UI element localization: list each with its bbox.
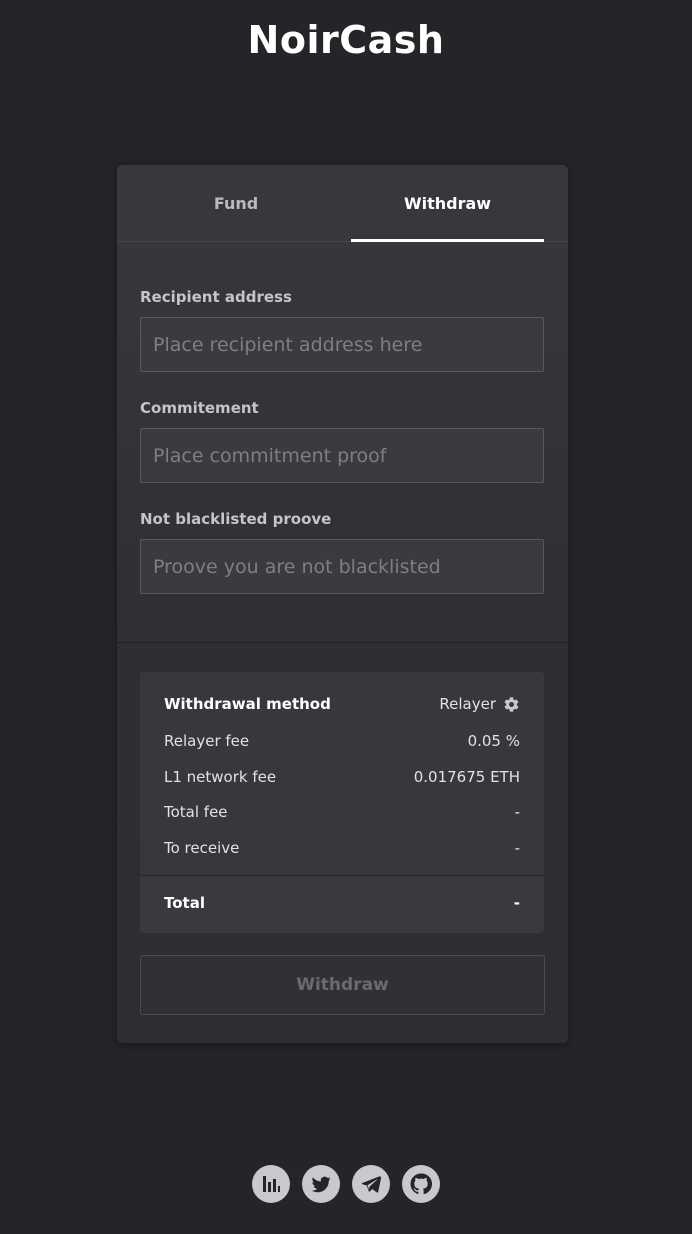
active-tab-indicator: [351, 239, 544, 242]
total-fee-label: Total fee: [164, 803, 228, 821]
tab-fund[interactable]: Fund: [141, 165, 331, 241]
withdraw-card: Fund Withdraw Recipient address Commitem…: [117, 165, 568, 1043]
total-value: -: [513, 894, 520, 912]
tab-bar: Fund Withdraw: [117, 165, 568, 242]
blacklist-proof-label: Not blacklisted proove: [140, 510, 332, 528]
relayer-fee-label: Relayer fee: [164, 732, 250, 750]
section-divider: [117, 642, 568, 643]
stats-icon[interactable]: [252, 1165, 290, 1203]
blacklist-proof-input[interactable]: [140, 539, 544, 594]
recipient-address-input[interactable]: [140, 317, 544, 372]
to-receive-label: To receive: [164, 839, 240, 857]
github-icon[interactable]: [402, 1165, 440, 1203]
l1-network-fee-label: L1 network fee: [164, 768, 277, 786]
to-receive-value: -: [514, 839, 520, 857]
gear-icon[interactable]: [503, 696, 520, 713]
recipient-address-label: Recipient address: [140, 288, 292, 306]
total-fee-value: -: [514, 803, 520, 821]
relayer-fee-value: 0.05 %: [467, 732, 520, 750]
withdraw-button[interactable]: Withdraw: [140, 955, 545, 1015]
telegram-icon[interactable]: [352, 1165, 390, 1203]
twitter-icon[interactable]: [302, 1165, 340, 1203]
withdrawal-method-label: Withdrawal method: [164, 695, 331, 713]
commitment-label: Commitement: [140, 399, 259, 417]
page: NoirCash Fund Withdraw Recipient address…: [0, 0, 692, 1234]
withdrawal-method-value: Relayer: [439, 695, 496, 713]
tab-withdraw[interactable]: Withdraw: [351, 165, 544, 241]
commitment-input[interactable]: [140, 428, 544, 483]
fee-summary: Withdrawal method Relayer Relayer fee 0.…: [140, 672, 544, 933]
l1-network-fee-value: 0.017675 ETH: [413, 768, 520, 786]
total-label: Total: [164, 894, 205, 912]
social-links: [0, 1165, 692, 1203]
app-title: NoirCash: [247, 18, 445, 62]
